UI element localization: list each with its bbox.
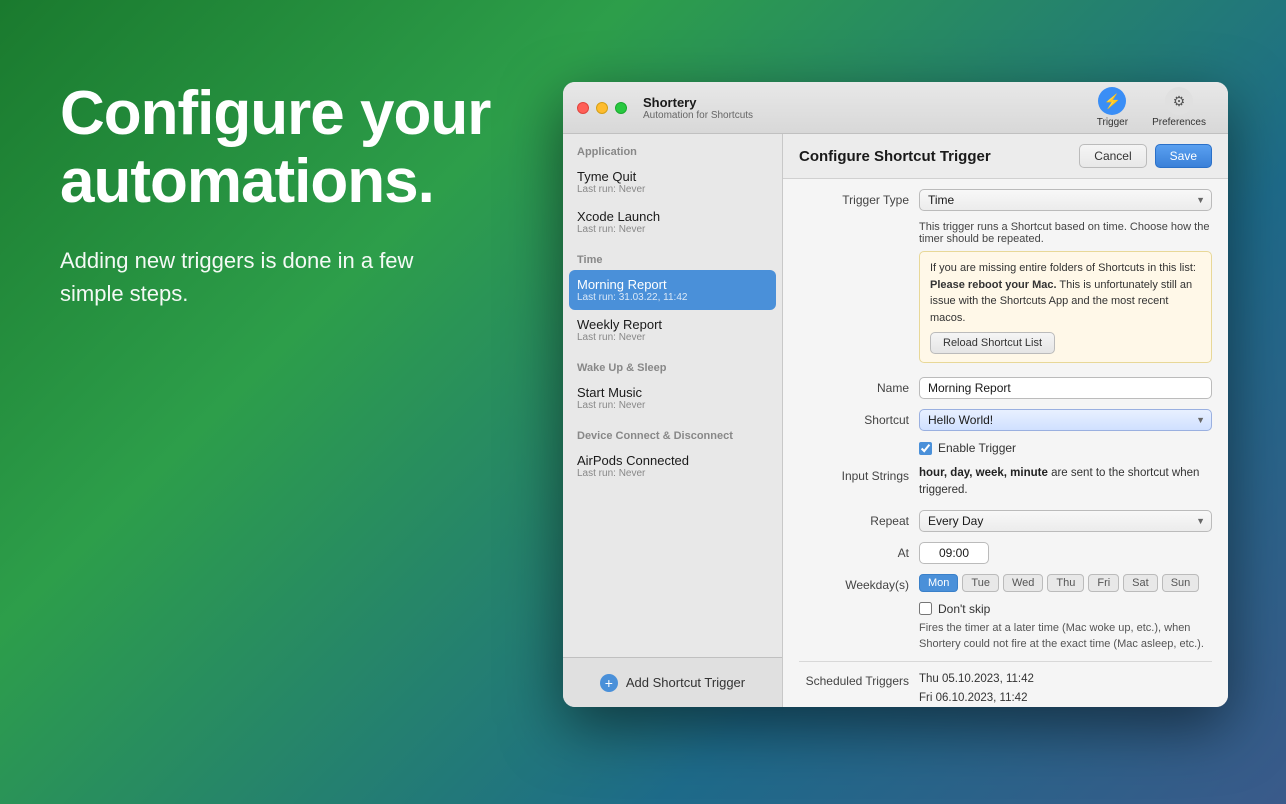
name-input[interactable] — [919, 377, 1212, 399]
add-icon: + — [600, 674, 618, 692]
sidebar-item-airpods-connected[interactable]: AirPods Connected Last run: Never — [563, 446, 782, 486]
bg-subtitle-line2: simple steps. — [60, 277, 490, 310]
sidebar-item-start-music[interactable]: Start Music Last run: Never — [563, 378, 782, 418]
repeat-select[interactable]: Every Day ▼ — [919, 510, 1212, 532]
chevron-down-icon: ▼ — [1196, 415, 1205, 425]
enable-trigger-label: Enable Trigger — [938, 441, 1016, 455]
input-strings-row: Input Strings hour, day, week, minute ar… — [799, 465, 1212, 500]
zoom-button[interactable] — [615, 102, 627, 114]
weekday-tue[interactable]: Tue — [962, 574, 999, 592]
weekday-thu[interactable]: Thu — [1047, 574, 1084, 592]
reload-shortcut-list-button[interactable]: Reload Shortcut List — [930, 332, 1055, 354]
cancel-button[interactable]: Cancel — [1079, 144, 1146, 168]
bg-title-line1: Configure your — [60, 80, 490, 148]
scheduled-triggers-label: Scheduled Triggers — [799, 670, 909, 688]
at-label: At — [799, 542, 909, 560]
scheduled-triggers-row: Scheduled Triggers Thu 05.10.2023, 11:42… — [799, 661, 1212, 708]
time-input[interactable] — [919, 542, 989, 564]
add-shortcut-trigger-button[interactable]: + Add Shortcut Trigger — [563, 657, 783, 707]
info-row: This trigger runs a Shortcut based on ti… — [799, 221, 1212, 367]
weekday-sun[interactable]: Sun — [1162, 574, 1200, 592]
name-row: Name — [799, 377, 1212, 399]
titlebar: Shortery Automation for Shortcuts ⚡ Trig… — [563, 82, 1228, 134]
close-button[interactable] — [577, 102, 589, 114]
repeat-label: Repeat — [799, 510, 909, 528]
sidebar-item-xcode-launch[interactable]: Xcode Launch Last run: Never — [563, 202, 782, 242]
gear-icon: ⚙ — [1165, 87, 1193, 115]
warning-text: If you are missing entire folders of Sho… — [930, 262, 1196, 274]
input-strings-text: hour, day, week, minute are sent to the … — [919, 465, 1212, 500]
trigger-nav-label: Trigger — [1097, 117, 1128, 128]
chevron-down-icon: ▼ — [1196, 516, 1205, 526]
sidebar-item-weekly-report[interactable]: Weekly Report Last run: Never — [563, 310, 782, 350]
sidebar: Application Tyme Quit Last run: Never Xc… — [563, 134, 783, 707]
app-subtitle: Automation for Shortcuts — [643, 110, 753, 121]
weekday-sat[interactable]: Sat — [1123, 574, 1158, 592]
trigger-type-label: Trigger Type — [799, 189, 909, 207]
name-label: Name — [799, 377, 909, 395]
enable-trigger-checkbox[interactable] — [919, 442, 932, 455]
warning-box: If you are missing entire folders of Sho… — [919, 251, 1212, 363]
save-button[interactable]: Save — [1155, 144, 1212, 168]
shortcut-label: Shortcut — [799, 409, 909, 427]
window-body: Application Tyme Quit Last run: Never Xc… — [563, 134, 1228, 707]
background-text: Configure your automations. Adding new t… — [60, 80, 490, 310]
weekday-buttons: Mon Tue Wed Thu Fri Sat Sun — [919, 574, 1212, 592]
sidebar-section-time: Time — [563, 242, 782, 270]
weekday-mon[interactable]: Mon — [919, 574, 958, 592]
shortcut-row: Shortcut Hello World! ▼ — [799, 409, 1212, 431]
warning-bold: Please reboot your Mac. — [930, 279, 1057, 291]
enable-trigger-row: Enable Trigger — [919, 441, 1212, 455]
minimize-button[interactable] — [596, 102, 608, 114]
add-button-label: Add Shortcut Trigger — [626, 675, 745, 690]
main-window: Shortery Automation for Shortcuts ⚡ Trig… — [563, 82, 1228, 707]
weekday-wed[interactable]: Wed — [1003, 574, 1043, 592]
header-buttons: Cancel Save — [1079, 144, 1212, 168]
weekday-fri[interactable]: Fri — [1088, 574, 1119, 592]
at-row: At — [799, 542, 1212, 564]
bg-subtitle-line1: Adding new triggers is done in a few — [60, 244, 490, 277]
sidebar-item-morning-report[interactable]: Morning Report Last run: 31.03.22, 11:42 — [569, 270, 776, 310]
weekday-row: Weekday(s) Mon Tue Wed Thu Fri Sat Sun — [799, 574, 1212, 592]
weekday-label: Weekday(s) — [799, 574, 909, 592]
app-info: Shortery Automation for Shortcuts — [643, 95, 753, 121]
sidebar-section-device: Device Connect & Disconnect — [563, 418, 782, 446]
preferences-nav-label: Preferences — [1152, 117, 1206, 128]
main-panel: Configure Shortcut Trigger Cancel Save T… — [783, 134, 1228, 707]
titlebar-actions: ⚡ Trigger ⚙ Preferences — [1089, 83, 1214, 132]
trigger-nav-button[interactable]: ⚡ Trigger — [1089, 83, 1136, 132]
sidebar-section-wake-sleep: Wake Up & Sleep — [563, 350, 782, 378]
sidebar-section-application: Application — [563, 134, 782, 162]
dont-skip-label: Don't skip — [938, 602, 990, 616]
scheduled-times: Thu 05.10.2023, 11:42 Fri 06.10.2023, 11… — [919, 670, 1212, 708]
trigger-type-select[interactable]: Time ▼ — [919, 189, 1212, 211]
dont-skip-description: Fires the timer at a later time (Mac wok… — [919, 620, 1212, 653]
sidebar-item-tyme-quit[interactable]: Tyme Quit Last run: Never — [563, 162, 782, 202]
dont-skip-checkbox[interactable] — [919, 602, 932, 615]
dont-skip-row: Don't skip Fires the timer at a later ti… — [919, 602, 1212, 653]
form-content: Trigger Type Time ▼ This trigger runs a … — [783, 179, 1228, 707]
trigger-icon: ⚡ — [1098, 87, 1126, 115]
preferences-nav-button[interactable]: ⚙ Preferences — [1144, 83, 1214, 132]
trigger-type-row: Trigger Type Time ▼ — [799, 189, 1212, 211]
bg-title-line2: automations. — [60, 148, 490, 216]
trigger-type-value: Time ▼ — [919, 189, 1212, 211]
shortcut-select[interactable]: Hello World! ▼ — [919, 409, 1212, 431]
trigger-description: This trigger runs a Shortcut based on ti… — [919, 221, 1212, 245]
chevron-down-icon: ▼ — [1196, 195, 1205, 205]
app-name: Shortery — [643, 95, 753, 110]
config-title: Configure Shortcut Trigger — [799, 148, 991, 165]
input-strings-label: Input Strings — [799, 465, 909, 483]
config-header: Configure Shortcut Trigger Cancel Save — [783, 134, 1228, 179]
repeat-row: Repeat Every Day ▼ — [799, 510, 1212, 532]
traffic-lights — [577, 102, 627, 114]
